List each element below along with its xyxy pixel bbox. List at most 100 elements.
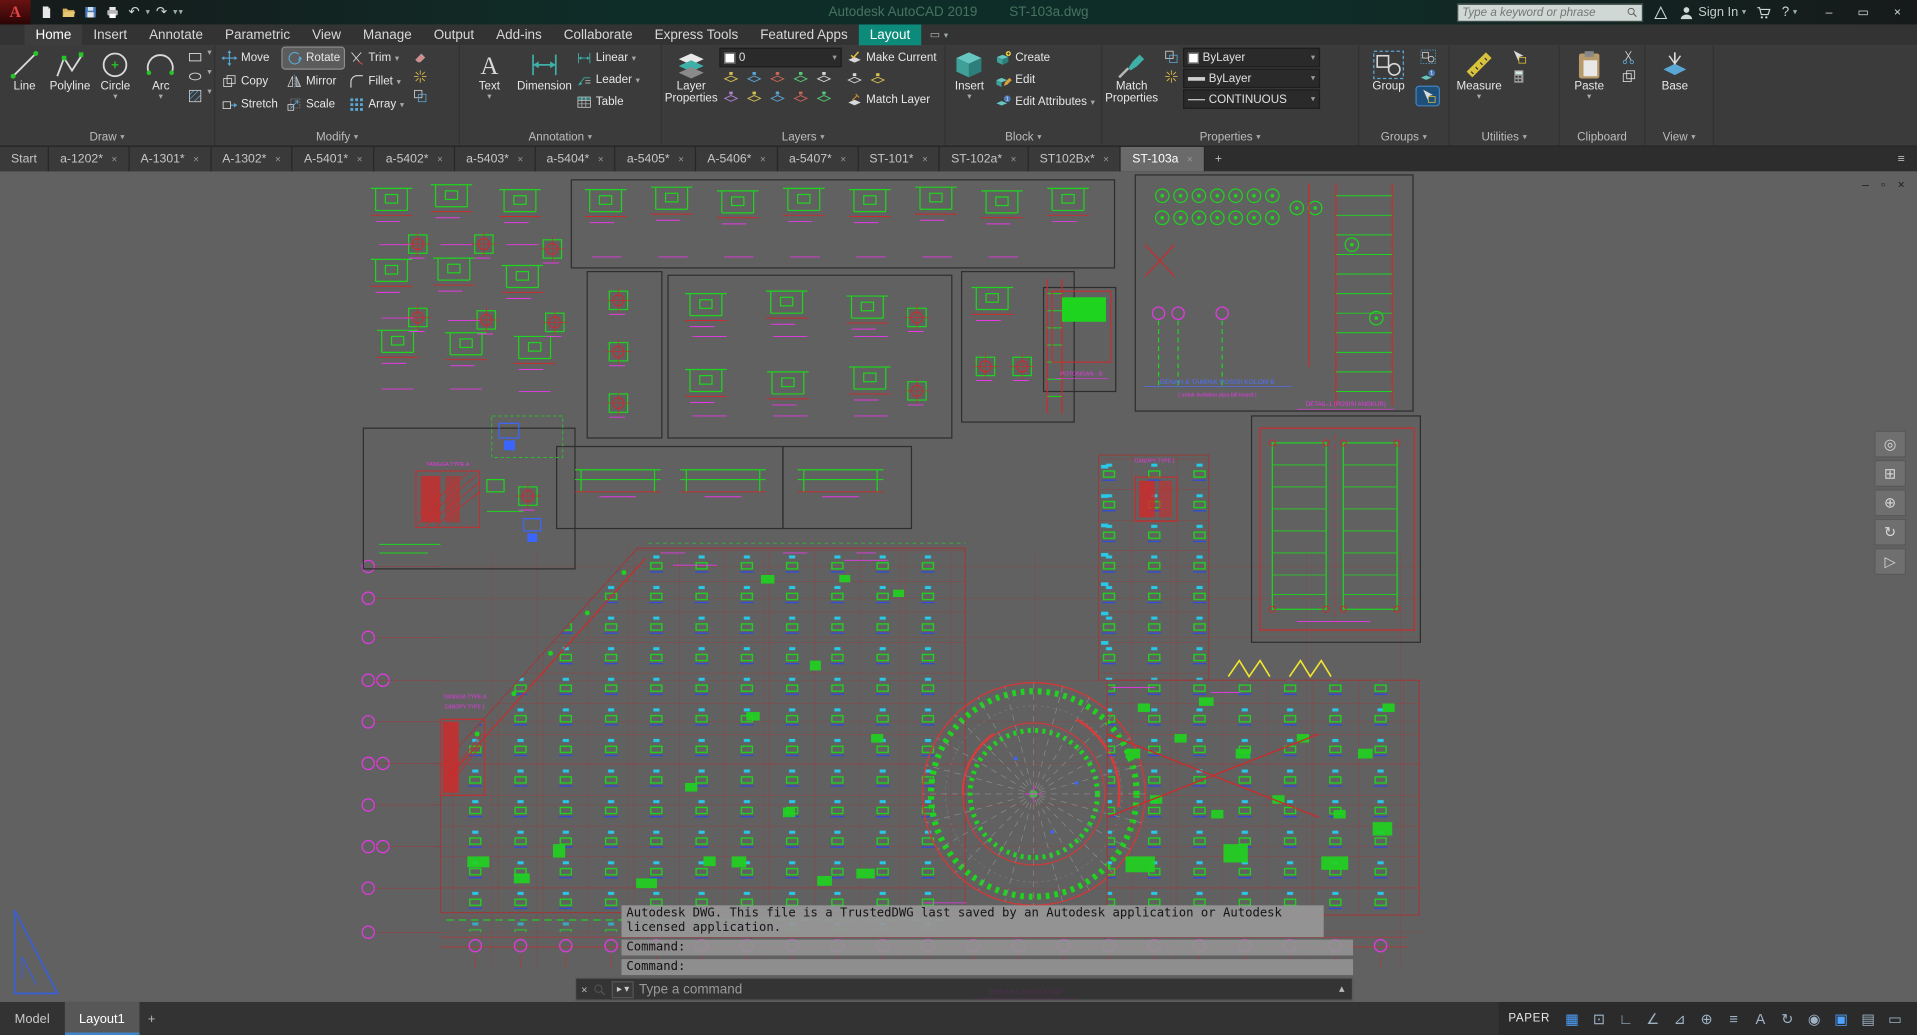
dimension-button[interactable]: Dimension bbox=[517, 48, 571, 129]
minimize-button[interactable]: – bbox=[1812, 0, 1846, 24]
command-line[interactable]: × ▸▾ ▴ bbox=[575, 977, 1353, 1000]
panel-title-groups[interactable]: Groups▾ bbox=[1359, 128, 1448, 145]
customization-icon[interactable]: ▭ bbox=[1883, 1007, 1907, 1030]
text-button[interactable]: Text▾ bbox=[462, 48, 516, 129]
help-search[interactable] bbox=[1457, 3, 1643, 21]
doc-minimize-icon[interactable]: – bbox=[1862, 179, 1869, 192]
autodesk-account-icon[interactable] bbox=[1653, 4, 1669, 20]
file-tab[interactable]: A-1301*× bbox=[129, 147, 211, 171]
layout1-tab[interactable]: Layout1 bbox=[64, 1002, 139, 1035]
doc-restore-icon[interactable]: ▫ bbox=[1881, 179, 1885, 192]
tab-close-icon[interactable]: × bbox=[193, 154, 199, 165]
circle-button[interactable]: Circle▾ bbox=[93, 48, 137, 129]
panel-title-view[interactable]: View▾ bbox=[1645, 128, 1712, 145]
layer-tool-icon-4[interactable] bbox=[789, 69, 811, 87]
property-tool-icon-1[interactable] bbox=[1160, 48, 1182, 66]
tab-close-icon[interactable]: × bbox=[517, 154, 523, 165]
trim-button[interactable]: Trim▾ bbox=[345, 48, 408, 69]
quick-calculator-icon[interactable] bbox=[1507, 67, 1529, 85]
panel-title-block[interactable]: Block▾ bbox=[946, 128, 1101, 145]
file-tab-active[interactable]: ST-103a× bbox=[1121, 147, 1205, 171]
file-tab[interactable]: ST-102a*× bbox=[940, 147, 1029, 171]
new-file-icon[interactable] bbox=[35, 2, 56, 22]
file-tab[interactable]: A-1302*× bbox=[211, 147, 293, 171]
close-button[interactable]: × bbox=[1880, 0, 1914, 24]
layer-tool-icon-11[interactable] bbox=[843, 70, 865, 88]
quick-select-icon[interactable] bbox=[1507, 48, 1529, 66]
doc-close-icon[interactable]: × bbox=[1898, 179, 1905, 192]
ellipse-icon[interactable] bbox=[184, 67, 206, 85]
offset-icon[interactable] bbox=[409, 87, 431, 105]
layer-tool-icon-10[interactable] bbox=[812, 88, 834, 106]
new-drawing-tab-button[interactable]: + bbox=[1205, 147, 1232, 171]
panel-title-modify[interactable]: Modify▾ bbox=[215, 128, 458, 145]
save-icon[interactable] bbox=[80, 2, 101, 22]
file-tab[interactable]: a-5407*× bbox=[778, 147, 858, 171]
isodraft-icon[interactable]: ⊿ bbox=[1667, 1007, 1691, 1030]
tab-close-icon[interactable]: × bbox=[437, 154, 443, 165]
panel-title-annotation[interactable]: Annotation▾ bbox=[460, 128, 661, 145]
tab-close-icon[interactable]: × bbox=[678, 154, 684, 165]
property-tool-icon-2[interactable] bbox=[1160, 67, 1182, 85]
command-close-icon[interactable]: × bbox=[581, 983, 587, 995]
object-color-combo[interactable]: ByLayer▾ bbox=[1183, 48, 1320, 68]
layer-tool-icon-1[interactable] bbox=[719, 69, 741, 87]
snap-icon[interactable]: ⊡ bbox=[1587, 1007, 1611, 1030]
create-block-button[interactable]: Create bbox=[992, 48, 1099, 69]
ortho-icon[interactable]: ∟ bbox=[1614, 1007, 1638, 1030]
sign-in-button[interactable]: Sign In▾ bbox=[1679, 4, 1747, 20]
command-input[interactable] bbox=[639, 982, 1334, 997]
panel-title-layers[interactable]: Layers▾ bbox=[662, 128, 945, 145]
file-tab[interactable]: A-5406*× bbox=[696, 147, 778, 171]
app-store-icon[interactable] bbox=[1756, 4, 1772, 20]
leader-button[interactable]: Leader▾ bbox=[573, 70, 644, 91]
help-icon[interactable]: ?▾ bbox=[1782, 6, 1797, 19]
grid-icon[interactable]: ▦ bbox=[1560, 1007, 1584, 1030]
file-tab-start[interactable]: Start bbox=[0, 147, 49, 171]
group-edit-icon[interactable] bbox=[1417, 67, 1439, 85]
tab-featured-apps[interactable]: Featured Apps bbox=[749, 24, 859, 45]
stretch-button[interactable]: Stretch bbox=[218, 94, 282, 115]
layer-tool-icon-7[interactable] bbox=[743, 88, 765, 106]
search-input[interactable] bbox=[1462, 6, 1626, 19]
tab-addins[interactable]: Add-ins bbox=[485, 24, 553, 45]
linear-button[interactable]: Linear▾ bbox=[573, 48, 644, 69]
copy-button[interactable]: Copy bbox=[218, 71, 282, 92]
file-tab[interactable]: a-5403*× bbox=[455, 147, 535, 171]
file-tab[interactable]: A-5401*× bbox=[293, 147, 375, 171]
search-icon[interactable] bbox=[1626, 6, 1638, 18]
file-tab[interactable]: a-1202*× bbox=[49, 147, 129, 171]
scale-button[interactable]: Scale bbox=[283, 94, 344, 115]
redo-caret-icon[interactable]: ▾ bbox=[173, 7, 177, 17]
full-navigation-wheel-icon[interactable]: ◎ bbox=[1874, 431, 1906, 458]
ungroup-icon[interactable] bbox=[1417, 48, 1439, 66]
match-properties-button[interactable]: Match Properties bbox=[1105, 48, 1159, 129]
tab-close-icon[interactable]: × bbox=[112, 154, 118, 165]
rectangle-icon[interactable] bbox=[184, 48, 206, 66]
layer-select-combo[interactable]: 0▾ bbox=[719, 48, 841, 68]
base-button[interactable]: Base bbox=[1648, 48, 1702, 129]
open-file-icon[interactable] bbox=[57, 2, 78, 22]
maximize-button[interactable]: ▭ bbox=[1846, 0, 1880, 24]
panel-title-draw[interactable]: Draw▾ bbox=[0, 128, 214, 145]
polar-tracking-icon[interactable]: ∠ bbox=[1641, 1007, 1665, 1030]
tab-close-icon[interactable]: × bbox=[760, 154, 766, 165]
copy-clip-icon[interactable] bbox=[1617, 67, 1639, 85]
autoscale-icon[interactable]: ↻ bbox=[1775, 1007, 1799, 1030]
layer-tool-icon-9[interactable] bbox=[789, 88, 811, 106]
tab-output[interactable]: Output bbox=[423, 24, 485, 45]
measure-button[interactable]: Measure▾ bbox=[1452, 48, 1506, 129]
layer-tool-icon-5[interactable] bbox=[812, 69, 834, 87]
layer-tool-icon-2[interactable] bbox=[743, 69, 765, 87]
object-snap-icon[interactable]: ⊕ bbox=[1694, 1007, 1718, 1030]
lineweight-combo[interactable]: ByLayer▾ bbox=[1183, 69, 1320, 89]
tab-close-icon[interactable]: × bbox=[1187, 154, 1193, 165]
tab-close-icon[interactable]: × bbox=[598, 154, 604, 165]
model-tab[interactable]: Model bbox=[0, 1002, 64, 1035]
tab-parametric[interactable]: Parametric bbox=[214, 24, 301, 45]
orbit-icon[interactable]: ↻ bbox=[1874, 519, 1906, 546]
tab-home[interactable]: Home bbox=[24, 24, 82, 45]
edit-block-button[interactable]: Edit bbox=[992, 70, 1099, 91]
tab-annotate[interactable]: Annotate bbox=[138, 24, 214, 45]
file-tab[interactable]: a-5404*× bbox=[535, 147, 615, 171]
